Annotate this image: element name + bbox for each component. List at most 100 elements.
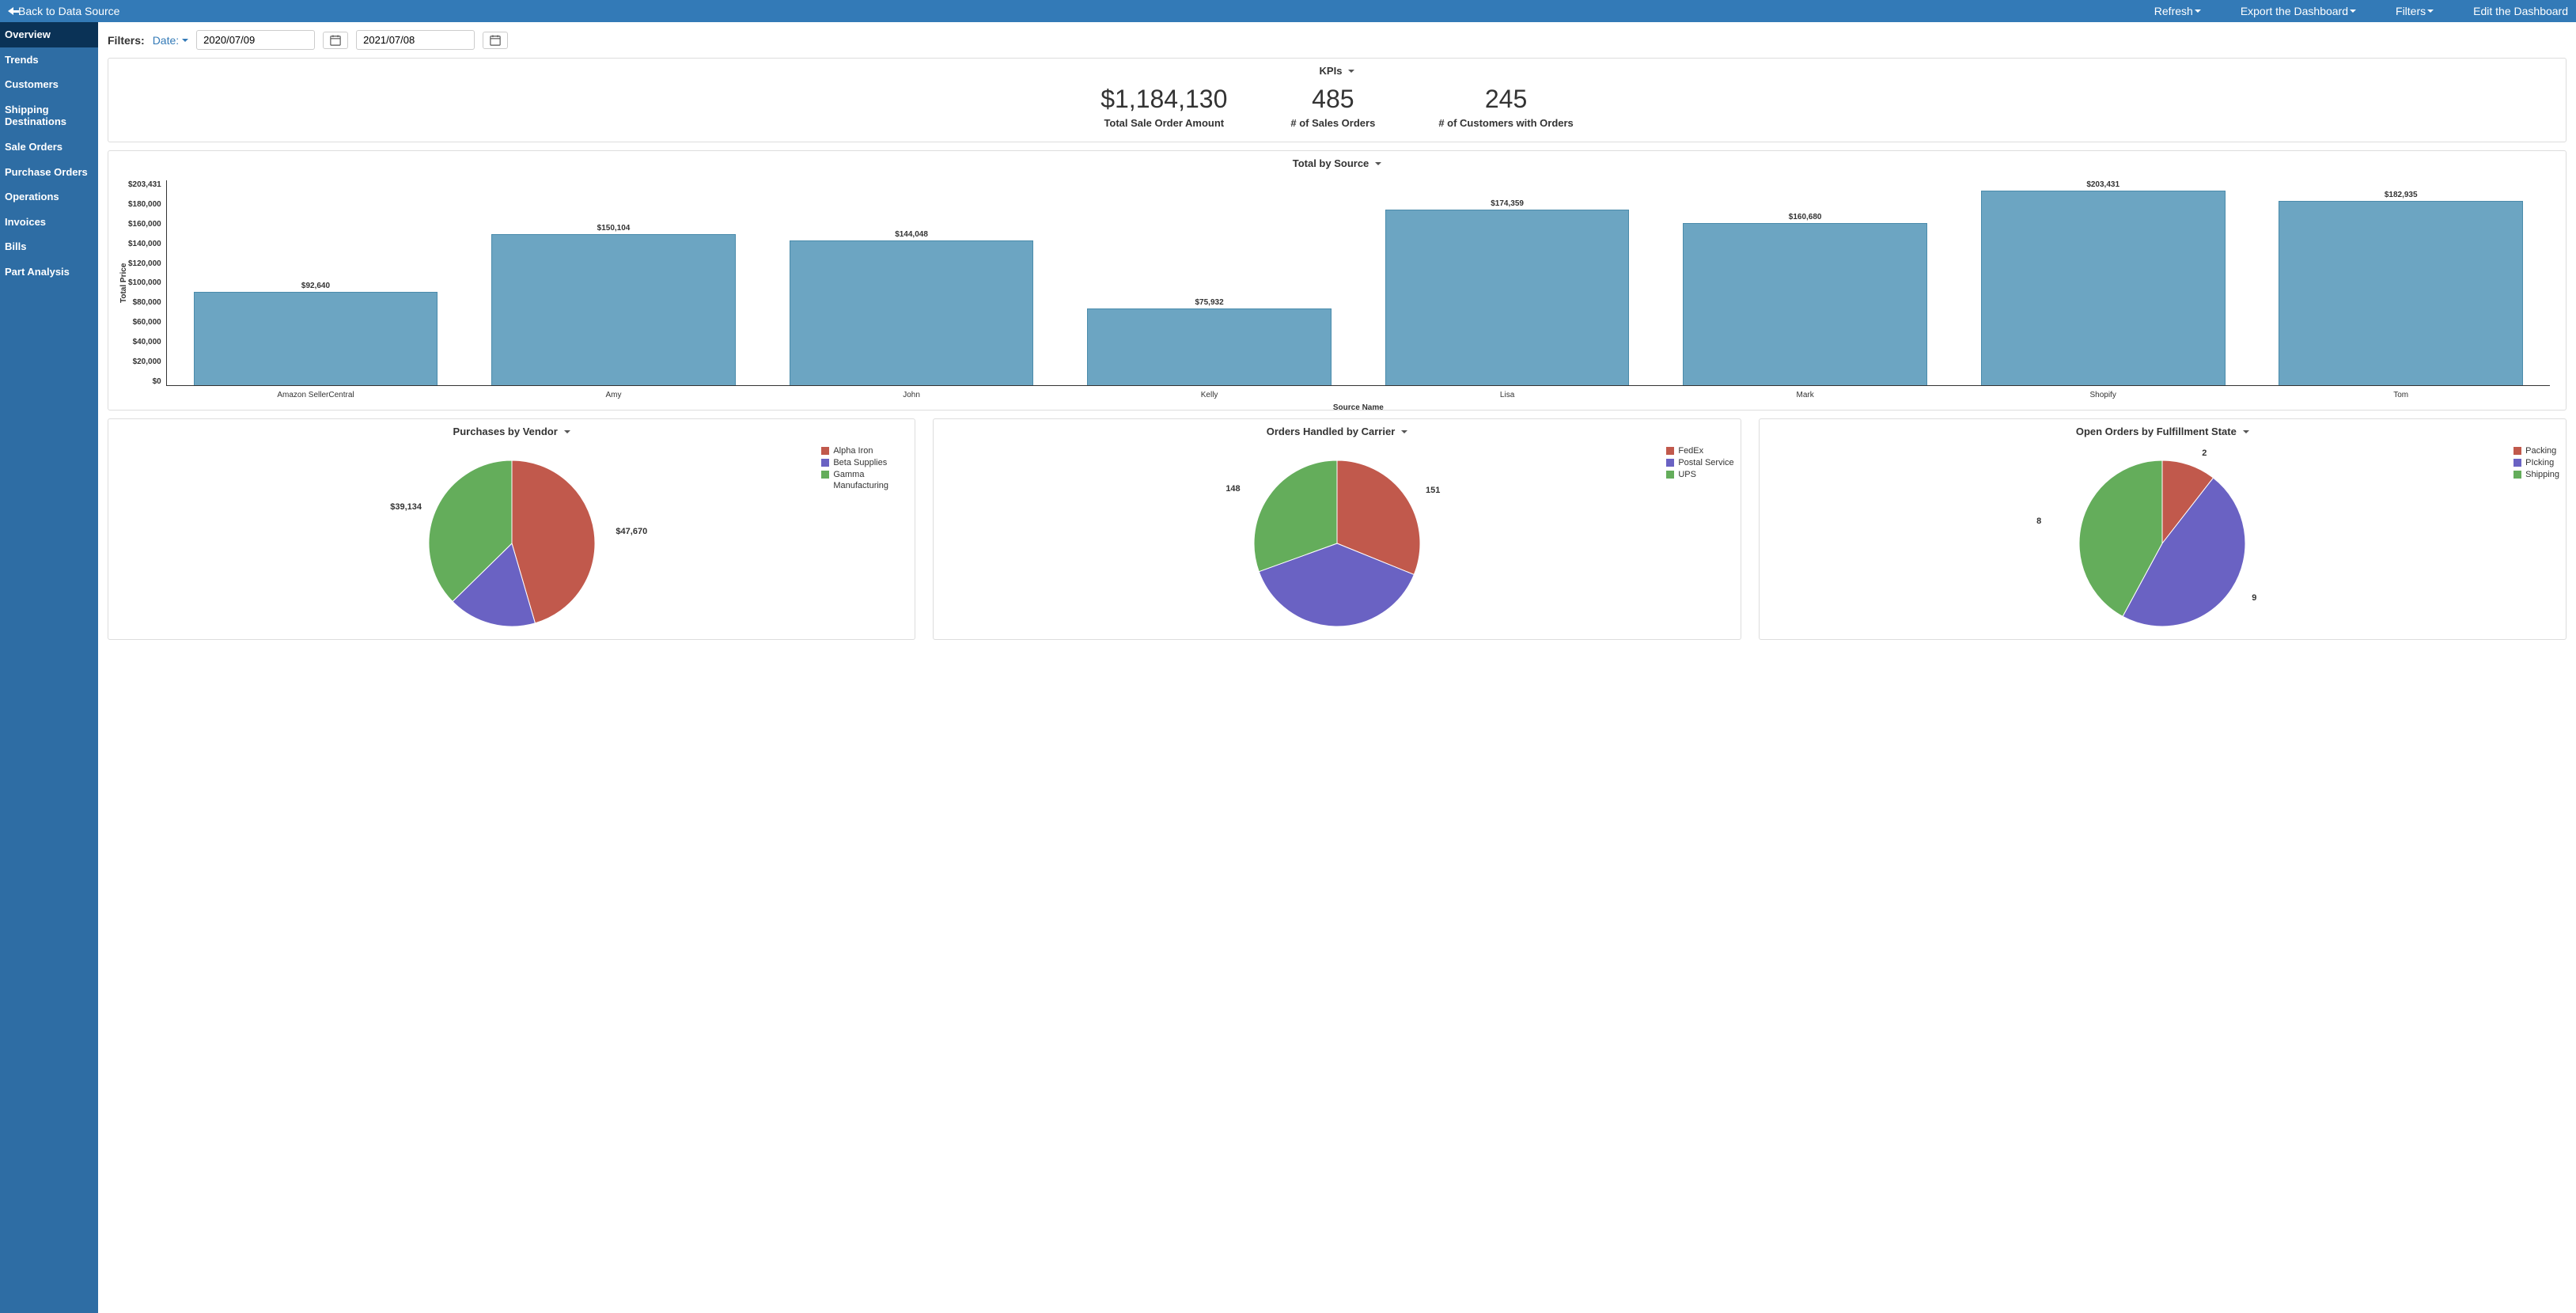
pie-panel: Open Orders by Fulfillment State Packing… [1759, 418, 2567, 640]
y-tick-label: $40,000 [133, 338, 161, 346]
bar-rect[interactable] [491, 234, 736, 385]
total-by-source-title[interactable]: Total by Source [108, 151, 2566, 172]
filters-menu[interactable]: Filters [2396, 5, 2434, 17]
sidebar-item-operations[interactable]: Operations [0, 184, 98, 210]
x-tick-label: Amy [464, 391, 763, 399]
pie-slice-label: 8 [2036, 516, 2041, 526]
bar-value-label: $75,932 [1195, 298, 1224, 307]
chevron-down-icon [182, 39, 188, 42]
sidebar: OverviewTrendsCustomersShipping Destinat… [0, 22, 98, 1313]
topbar: Back to Data Source Refresh Export the D… [0, 0, 2576, 22]
kpi-label: # of Customers with Orders [1438, 117, 1573, 129]
filters-label: Filters: [108, 34, 145, 47]
back-label: Back to Data Source [18, 5, 119, 17]
date-to-input[interactable] [356, 30, 475, 50]
bar-value-label: $182,935 [2385, 191, 2418, 199]
y-tick-label: $140,000 [128, 240, 161, 248]
filter-bar: Filters: Date: [108, 30, 2567, 50]
bar-column: $75,932 [1060, 180, 1358, 385]
edit-dashboard-link[interactable]: Edit the Dashboard [2473, 5, 2568, 17]
bar-rect[interactable] [1087, 308, 1332, 385]
sidebar-item-purchase-orders[interactable]: Purchase Orders [0, 160, 98, 185]
chevron-down-icon [564, 430, 570, 433]
y-tick-label: $20,000 [133, 358, 161, 366]
bar-value-label: $150,104 [597, 224, 631, 233]
calendar-icon [490, 35, 501, 46]
y-tick-label: $0 [153, 377, 161, 386]
x-tick-label: Tom [2252, 391, 2550, 399]
kpi-label: # of Sales Orders [1290, 117, 1375, 129]
topbar-actions: Refresh Export the Dashboard Filters Edi… [2154, 5, 2568, 17]
pie-chart: 151148 [934, 441, 1740, 638]
sidebar-item-sale-orders[interactable]: Sale Orders [0, 134, 98, 160]
chevron-down-icon [2427, 9, 2434, 13]
x-tick-label: Kelly [1060, 391, 1358, 399]
sidebar-item-shipping-destinations[interactable]: Shipping Destinations [0, 97, 98, 134]
y-tick-label: $100,000 [128, 278, 161, 287]
y-tick-label: $203,431 [128, 180, 161, 189]
bar-rect[interactable] [790, 240, 1034, 385]
calendar-to-button[interactable] [483, 32, 508, 49]
pie-panel-title[interactable]: Purchases by Vendor [108, 419, 915, 441]
bar-column: $92,640 [167, 180, 465, 385]
y-axis-label: Total Price [116, 180, 128, 386]
pie-slice-label: $39,134 [390, 502, 422, 512]
kpi-value: 245 [1438, 85, 1573, 114]
pie-slice-label: 151 [1426, 486, 1440, 495]
bar-rect[interactable] [194, 292, 438, 385]
refresh-menu[interactable]: Refresh [2154, 5, 2201, 17]
sidebar-item-customers[interactable]: Customers [0, 72, 98, 97]
date-from-input[interactable] [196, 30, 315, 50]
sidebar-item-overview[interactable]: Overview [0, 22, 98, 47]
sidebar-item-trends[interactable]: Trends [0, 47, 98, 73]
bar-rect[interactable] [1683, 223, 1927, 385]
date-filter-link[interactable]: Date: [153, 34, 188, 47]
pie-panel: Orders Handled by Carrier FedExPostal Se… [933, 418, 1741, 640]
bar-column: $144,048 [763, 180, 1061, 385]
x-tick-label: John [763, 391, 1061, 399]
kpi-value: $1,184,130 [1100, 85, 1227, 114]
bar-column: $174,359 [1358, 180, 1657, 385]
kpi-card: 245 # of Customers with Orders [1438, 85, 1573, 129]
calendar-from-button[interactable] [323, 32, 348, 49]
bar-rect[interactable] [2279, 201, 2523, 385]
pie-panel-title[interactable]: Orders Handled by Carrier [934, 419, 1740, 441]
bar-value-label: $174,359 [1491, 199, 1524, 208]
total-by-source-panel: Total by Source Total Price $203,431 $180… [108, 150, 2567, 411]
bar-rect[interactable] [1981, 191, 2226, 385]
sidebar-item-part-analysis[interactable]: Part Analysis [0, 259, 98, 285]
sidebar-item-invoices[interactable]: Invoices [0, 210, 98, 235]
y-tick-label: $60,000 [133, 318, 161, 327]
x-tick-label: Lisa [1358, 391, 1657, 399]
export-menu[interactable]: Export the Dashboard [2241, 5, 2356, 17]
bar-column: $160,680 [1656, 180, 1954, 385]
kpis-panel: KPIs $1,184,130 Total Sale Order Amount 48… [108, 58, 2567, 142]
pie-chart: $47,670$39,134 [108, 441, 915, 638]
bar-value-label: $203,431 [2086, 180, 2120, 189]
sidebar-item-bills[interactable]: Bills [0, 234, 98, 259]
back-link[interactable]: Back to Data Source [8, 5, 119, 17]
x-axis-label: Source Name [167, 403, 2550, 412]
bar-column: $150,104 [464, 180, 763, 385]
kpi-value: 485 [1290, 85, 1375, 114]
chevron-down-icon [1348, 70, 1354, 73]
x-tick-label: Amazon SellerCentral [167, 391, 465, 399]
y-tick-label: $180,000 [128, 200, 161, 209]
bar-column: $182,935 [2252, 180, 2550, 385]
y-tick-label: $120,000 [128, 259, 161, 268]
x-tick-label: Mark [1656, 391, 1954, 399]
chevron-down-icon [2195, 9, 2201, 13]
kpi-card: $1,184,130 Total Sale Order Amount [1100, 85, 1227, 129]
chevron-down-icon [1375, 162, 1381, 165]
kpis-panel-title[interactable]: KPIs [108, 59, 2566, 80]
chevron-down-icon [2350, 9, 2356, 13]
chevron-down-icon [1401, 430, 1407, 433]
chevron-down-icon [2243, 430, 2249, 433]
arrow-left-icon [8, 7, 13, 15]
main-content: Filters: Date: KPIs $1,184,130 Total Sale… [98, 22, 2576, 1313]
pie-panel: Purchases by Vendor Alpha IronBeta Suppl… [108, 418, 915, 640]
kpi-label: Total Sale Order Amount [1100, 117, 1227, 129]
pie-panel-title[interactable]: Open Orders by Fulfillment State [1760, 419, 2566, 441]
bar-rect[interactable] [1385, 210, 1630, 385]
bar-value-label: $160,680 [1789, 213, 1822, 221]
